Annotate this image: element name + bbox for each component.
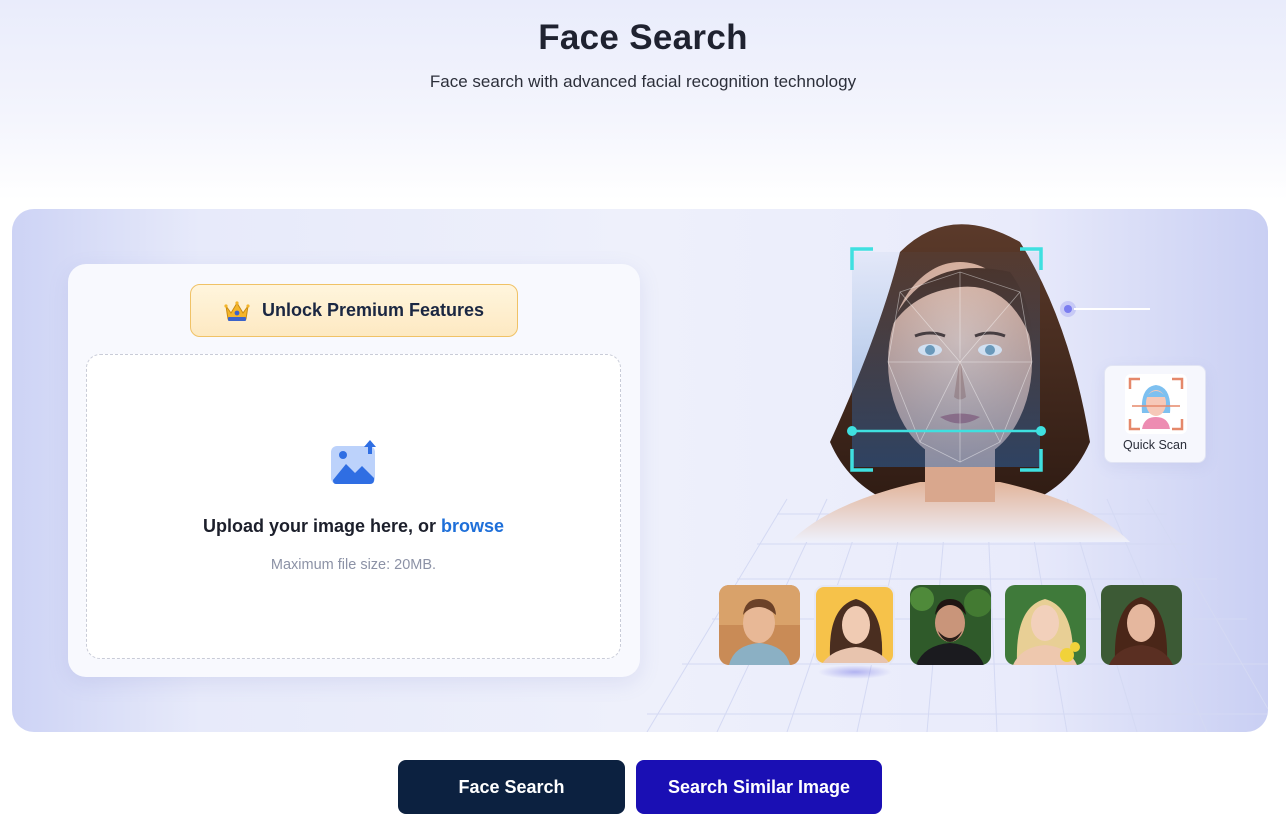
face-thumb-1-image: [719, 585, 800, 665]
file-size-hint: Maximum file size: 20MB.: [270, 557, 437, 573]
unlock-premium-button[interactable]: Unlock Premium Features: [190, 284, 518, 337]
page-subtitle: Face search with advanced facial recogni…: [429, 72, 857, 91]
quick-scan-card[interactable]: Quick Scan: [1104, 365, 1206, 463]
page-title: Face Search: [538, 18, 748, 57]
face-thumbnail-2[interactable]: [814, 585, 895, 665]
face-search-button[interactable]: Face Search: [398, 760, 625, 814]
face-scan-illustration: [790, 224, 1150, 542]
unlock-premium-label: Unlock Premium Features: [261, 300, 485, 320]
upload-dropzone[interactable]: [86, 354, 621, 659]
face-thumbnail-5[interactable]: [1101, 585, 1182, 665]
face-thumb-3-image: [910, 585, 991, 665]
browse-link[interactable]: browse: [441, 516, 504, 536]
face-thumbnail-4[interactable]: [1005, 585, 1086, 665]
search-similar-image-button[interactable]: Search Similar Image: [636, 760, 882, 814]
face-scan-icon: [1125, 374, 1187, 434]
image-upload-icon: [331, 440, 376, 484]
quick-scan-label: Quick Scan: [1123, 438, 1187, 452]
upload-prompt-text: Upload your image here, or: [202, 516, 442, 536]
upload-prompt: Upload your image here, or browse: [86, 516, 621, 537]
face-thumb-2-image: [816, 587, 893, 663]
face-thumbnail-1[interactable]: [719, 585, 800, 665]
face-thumb-4-image: [1005, 585, 1086, 665]
selected-thumbnail-shadow: [818, 665, 892, 679]
face-thumb-5-image: [1101, 585, 1182, 665]
face-thumbnail-3[interactable]: [910, 585, 991, 665]
crown-icon: [224, 300, 250, 321]
